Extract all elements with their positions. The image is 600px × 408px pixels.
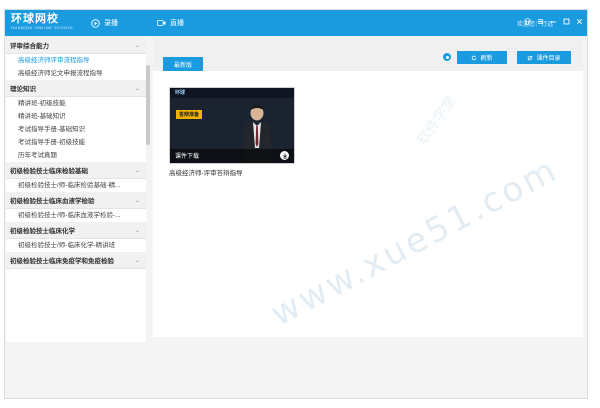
section-header-review[interactable]: 评审综合能力 ⌄ xyxy=(6,37,146,54)
section-title: 理论知识 xyxy=(10,86,36,93)
window-footer xyxy=(5,342,587,398)
refresh-label: 刷新 xyxy=(480,56,493,62)
swap-icon xyxy=(527,54,534,61)
course-caption[interactable]: 高级经济师-评审答辩指导 xyxy=(169,167,309,177)
skin-icon[interactable] xyxy=(524,17,531,25)
maximize-icon[interactable] xyxy=(563,17,570,25)
refresh-button[interactable]: 刷新 xyxy=(457,51,507,64)
list-item[interactable]: 精讲班-基础知识 xyxy=(6,110,146,123)
list-item[interactable]: 初级检验技士/师-临床血液学检验-... xyxy=(6,209,146,222)
section-header-chemistry[interactable]: 初级检验技士临床化学 ⌄ xyxy=(6,222,146,239)
toolbar: 最新版 刷新 课件目录 xyxy=(153,37,583,71)
tab-recorded[interactable]: 录播 xyxy=(91,17,118,29)
play-circle-icon xyxy=(91,18,100,28)
section-header-theory[interactable]: 理论知识 ⌄ xyxy=(6,80,146,97)
chevron-down-icon: ⌄ xyxy=(134,257,140,264)
section-title: 初级检验技士临床免疫学和免疫检验 xyxy=(10,258,114,265)
section-header-hematology[interactable]: 初级检验技士临床血液学检验 ⌄ xyxy=(6,192,146,209)
card-topic-tag: 答辩准备 xyxy=(176,110,203,119)
section-title: 评审综合能力 xyxy=(10,43,49,50)
logo-main-text: 环球网校 xyxy=(11,13,59,25)
main-content: 最新版 刷新 课件目录 环球 答辩准备 课件下载 高级经济师-评审答辩指导 xyxy=(153,37,583,337)
scrollbar-thumb[interactable] xyxy=(146,65,150,145)
tab-live-label: 直播 xyxy=(170,20,184,27)
menu-icon[interactable] xyxy=(537,17,544,25)
course-sidebar: 评审综合能力 ⌄ 高级经济师评审流程指导 高级经济师论文申报流程指导 理论知识 … xyxy=(6,37,146,342)
section-header-lab-basics[interactable]: 初级检验技士临床检验基础 ⌄ xyxy=(6,162,146,179)
app-window: 环球网校 HUANQIU ONLINE SCHOOL 录播 直播 欢迎您：行远 xyxy=(4,9,588,399)
section-header-immunology[interactable]: 初级检验技士临床免疫学和免疫检验 ⌄ xyxy=(6,252,146,269)
catalog-button[interactable]: 课件目录 xyxy=(517,51,571,64)
refresh-icon xyxy=(472,54,477,60)
video-camera-icon xyxy=(157,19,166,28)
list-item[interactable]: 精讲班-初级技能 xyxy=(6,97,146,110)
app-logo: 环球网校 HUANQIU ONLINE SCHOOL xyxy=(11,13,74,30)
radio-dot-icon[interactable] xyxy=(443,53,451,61)
logo-sub-text: HUANQIU ONLINE SCHOOL xyxy=(11,25,74,30)
list-item[interactable]: 历年考试真题 xyxy=(6,149,146,162)
tab-live[interactable]: 直播 xyxy=(157,17,184,29)
download-icon[interactable] xyxy=(280,151,289,160)
course-video-card[interactable]: 环球 答辩准备 课件下载 xyxy=(169,87,295,164)
title-bar: 环球网校 HUANQIU ONLINE SCHOOL 录播 直播 欢迎您：行远 xyxy=(5,10,587,36)
section-title: 初级检验技士临床化学 xyxy=(10,228,75,235)
close-icon[interactable] xyxy=(576,17,583,25)
list-item[interactable]: 高级经济师论文申报流程指导 xyxy=(6,67,146,80)
card-brand-text: 环球 xyxy=(175,90,186,96)
list-item[interactable]: 考试指导手册-基础知识 xyxy=(6,123,146,136)
tab-recorded-label: 录播 xyxy=(104,20,118,27)
download-label[interactable]: 课件下载 xyxy=(175,151,199,160)
card-banner xyxy=(170,88,294,98)
sidebar-scrollbar[interactable] xyxy=(146,37,150,342)
chevron-down-icon: ⌄ xyxy=(134,42,140,49)
list-item[interactable]: 初级检验技士/师-临床化学-精讲班 xyxy=(6,239,146,252)
chevron-down-icon: ⌄ xyxy=(134,227,140,234)
list-item[interactable]: 初级检验技士/师-临床检验基础-精... xyxy=(6,179,146,192)
chevron-down-icon: ⌄ xyxy=(134,85,140,92)
window-controls xyxy=(524,17,583,25)
section-title: 初级检验技士临床检验基础 xyxy=(10,168,88,175)
chevron-down-icon: ⌄ xyxy=(134,197,140,204)
minimize-icon[interactable] xyxy=(550,17,557,25)
tab-newest[interactable]: 最新版 xyxy=(163,57,203,71)
chevron-down-icon: ⌄ xyxy=(134,167,140,174)
catalog-label: 课件目录 xyxy=(536,56,561,62)
list-item[interactable]: 考试指导手册-初级技能 xyxy=(6,136,146,149)
list-item[interactable]: 高级经济师评审流程指导 xyxy=(6,54,146,67)
section-title: 初级检验技士临床血液学检验 xyxy=(10,198,95,205)
